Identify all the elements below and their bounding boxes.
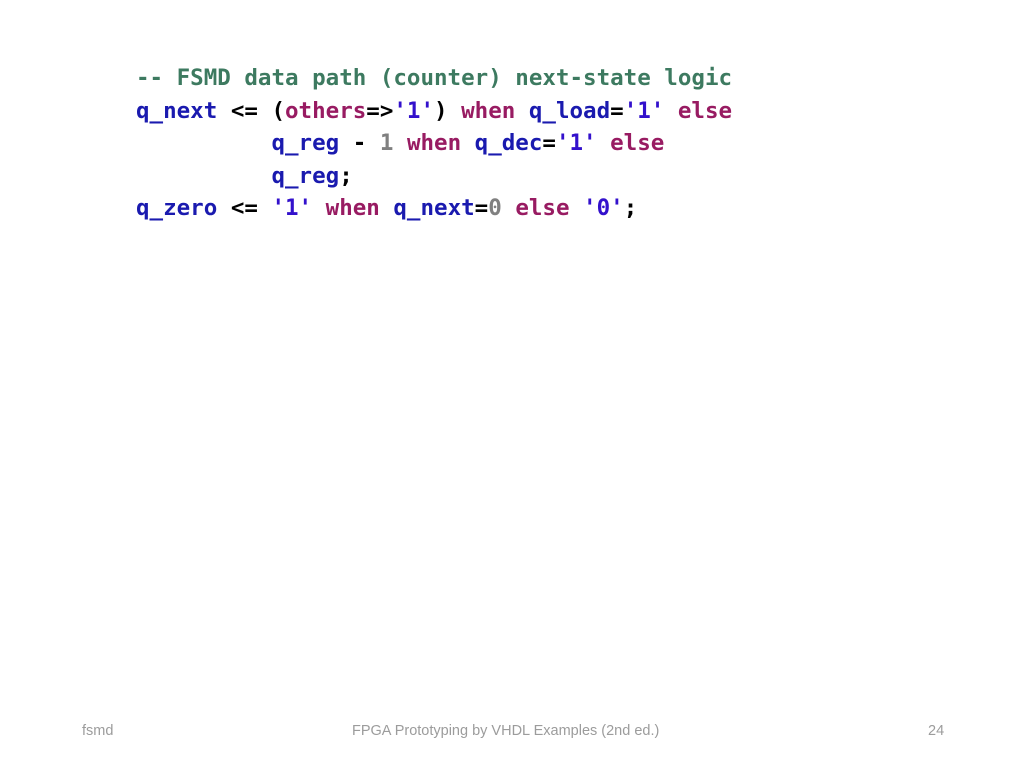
code-token-punctuation: = bbox=[474, 195, 489, 222]
code-token-punctuation: => bbox=[366, 97, 394, 124]
code-token-keyword: when bbox=[325, 195, 380, 222]
code-token-punctuation: ) bbox=[434, 97, 462, 124]
code-token-keyword: others bbox=[285, 97, 367, 124]
code-token-identifier: q_reg bbox=[271, 162, 340, 189]
code-token-identifier: q_next bbox=[136, 97, 218, 124]
code-token-punctuation: ; bbox=[623, 195, 638, 222]
code-line: q_reg; bbox=[136, 160, 936, 193]
code-token-punctuation bbox=[502, 195, 516, 221]
code-token-string-literal: '1' bbox=[623, 97, 665, 124]
code-token-punctuation bbox=[380, 195, 394, 221]
code-token-string-literal: '1' bbox=[555, 130, 597, 157]
code-token-punctuation bbox=[461, 130, 475, 156]
code-token-keyword: else bbox=[610, 130, 665, 157]
code-token-numeric-literal: 1 bbox=[379, 130, 394, 157]
slide-footer: fsmd FPGA Prototyping by VHDL Examples (… bbox=[0, 718, 1024, 752]
code-line: q_next <= (others=>'1') when q_load='1' … bbox=[136, 95, 936, 128]
code-token-keyword: else bbox=[515, 195, 570, 222]
code-line: -- FSMD data path (counter) next-state l… bbox=[136, 62, 936, 95]
code-token-punctuation bbox=[515, 98, 529, 124]
code-token-numeric-literal: 0 bbox=[488, 195, 502, 222]
code-token-identifier: q_next bbox=[393, 195, 475, 222]
code-token-string-literal: '1' bbox=[271, 195, 313, 222]
code-token-string-literal: '1' bbox=[393, 97, 435, 124]
code-token-punctuation bbox=[136, 163, 271, 189]
code-token-punctuation: = bbox=[610, 97, 624, 124]
code-line: q_zero <= '1' when q_next=0 else '0'; bbox=[136, 192, 936, 225]
code-token-identifier: q_reg bbox=[271, 130, 340, 157]
code-token-punctuation bbox=[664, 98, 678, 124]
code-token-identifier: q_zero bbox=[136, 195, 218, 222]
code-token-punctuation: <= ( bbox=[217, 97, 286, 124]
code-token-keyword: when bbox=[406, 130, 462, 157]
code-token-punctuation bbox=[136, 130, 271, 156]
code-token-identifier: q_load bbox=[528, 97, 611, 124]
code-token-punctuation bbox=[570, 195, 584, 221]
code-token-keyword: else bbox=[677, 97, 733, 124]
code-token-punctuation bbox=[393, 130, 407, 156]
vhdl-code-block: -- FSMD data path (counter) next-state l… bbox=[136, 62, 936, 225]
code-token-punctuation: = bbox=[542, 130, 556, 157]
code-token-comment: -- FSMD data path (counter) next-state l… bbox=[136, 65, 733, 91]
code-token-punctuation bbox=[597, 130, 611, 156]
code-token-punctuation: - bbox=[339, 130, 380, 157]
code-token-identifier: q_dec bbox=[474, 130, 543, 157]
footer-section-label: fsmd bbox=[82, 723, 114, 739]
slide-canvas: -- FSMD data path (counter) next-state l… bbox=[0, 0, 1024, 768]
footer-book-title: FPGA Prototyping by VHDL Examples (2nd e… bbox=[352, 723, 660, 739]
footer-page-number: 24 bbox=[928, 723, 945, 739]
code-token-punctuation: ; bbox=[339, 162, 353, 189]
code-token-keyword: when bbox=[461, 97, 516, 124]
code-token-punctuation bbox=[312, 195, 326, 221]
code-line: q_reg - 1 when q_dec='1' else bbox=[136, 127, 936, 160]
code-token-punctuation: <= bbox=[217, 195, 272, 222]
code-token-string-literal: '0' bbox=[583, 195, 624, 222]
